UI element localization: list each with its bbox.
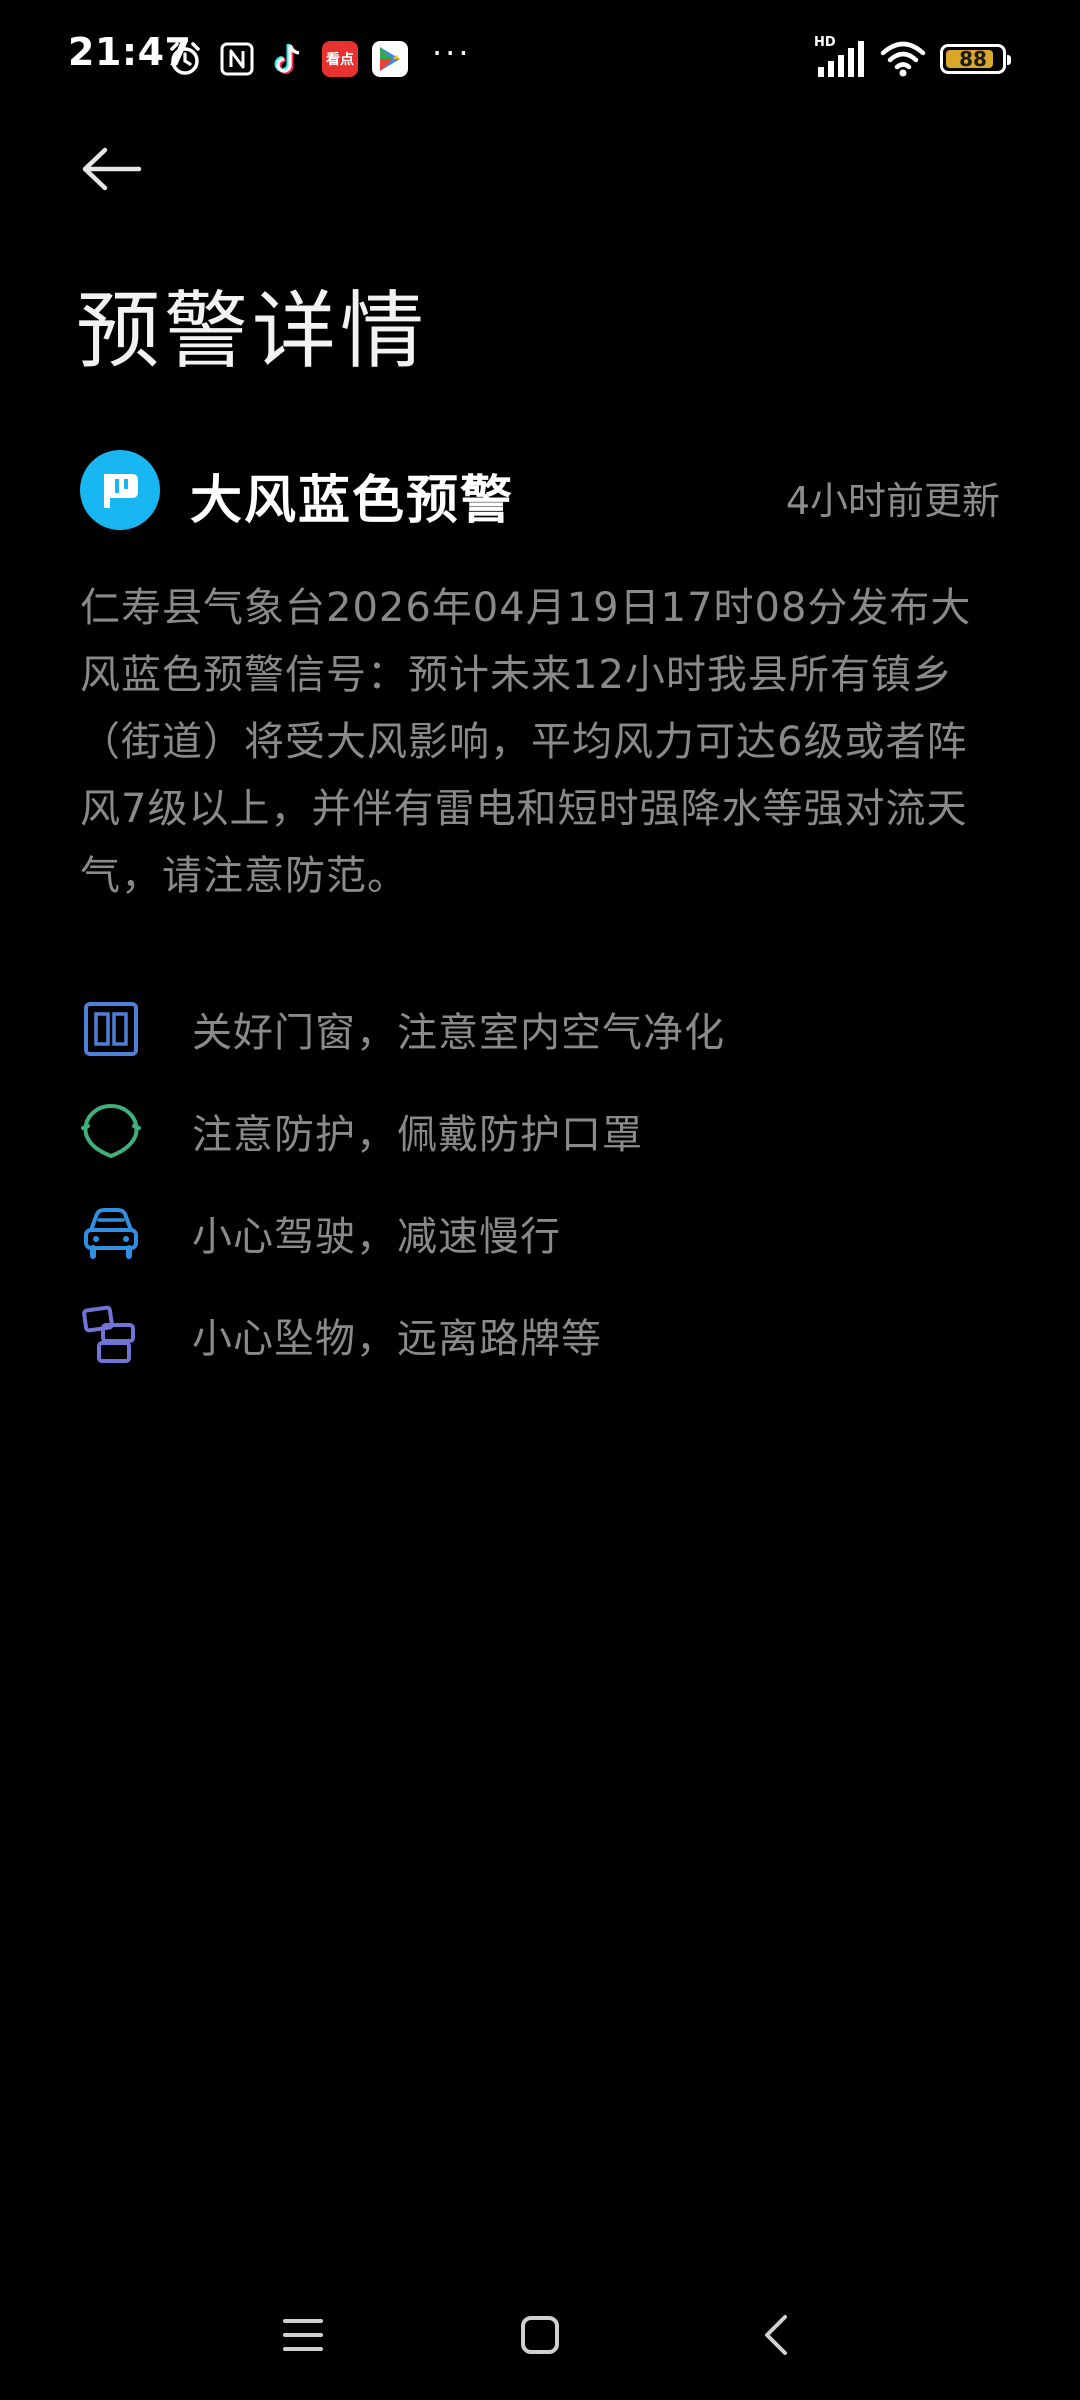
car-icon: [80, 1202, 142, 1264]
alarm-icon: [166, 40, 204, 78]
mask-icon: [80, 1100, 142, 1162]
status-bar: 21:47 看点 ··· HD 88: [0, 0, 1080, 118]
home-square-icon: [521, 2316, 559, 2354]
back-arrow-icon: [82, 147, 142, 191]
alert-description: 仁寿县气象台2026年04月19日17时08分发布大风蓝色预警信号：预计未来12…: [80, 585, 972, 899]
tip-item: 小心驾驶，减速慢行: [80, 1182, 1000, 1284]
alert-title: 大风蓝色预警: [190, 471, 515, 531]
notification-icons: 看点 ···: [166, 34, 472, 80]
tip-text: 关好门窗，注意室内空气净化: [192, 1010, 725, 1056]
tip-item: 小心坠物，远离路牌等: [80, 1284, 1000, 1386]
home-button[interactable]: [495, 2290, 585, 2380]
falling-objects-icon: [80, 1304, 142, 1366]
alert-updated-time: 4小时前更新: [785, 479, 1000, 523]
tip-item: 注意防护，佩戴防护口罩: [80, 1080, 1000, 1182]
chevron-left-icon: [765, 2315, 787, 2355]
battery-indicator: 88: [940, 44, 1011, 74]
tiktok-icon: [270, 40, 308, 78]
page-title: 预警详情: [76, 282, 429, 380]
tip-text: 小心驾驶，减速慢行: [192, 1214, 561, 1260]
nfc-icon: [218, 40, 256, 78]
tip-text: 小心坠物，远离路牌等: [192, 1316, 602, 1362]
menu-lines-icon: [283, 2319, 323, 2351]
weather-alert-detail-screen: 21:47 看点 ··· HD 88 预警详情 大风蓝色预警 4小时前更新 仁寿…: [0, 0, 1080, 2400]
wifi-icon: [880, 39, 926, 79]
tip-item: 关好门窗，注意室内空气净化: [80, 978, 1000, 1080]
recent-apps-button[interactable]: [258, 2290, 348, 2380]
back-button[interactable]: [74, 136, 150, 202]
tip-text: 注意防护，佩戴防护口罩: [192, 1112, 643, 1158]
window-icon: [80, 998, 142, 1060]
news-app-label: 看点: [326, 52, 354, 68]
alert-logo: [80, 450, 160, 530]
battery-percent: 88: [959, 47, 987, 71]
more-notifications-dots: ···: [432, 34, 472, 72]
warning-flag-icon: [104, 474, 138, 508]
system-status-icons: HD 88: [814, 35, 1011, 80]
signal-icon: HD: [814, 35, 866, 79]
play-store-icon: [372, 41, 408, 77]
protection-tips-list: 关好门窗，注意室内空气净化 注意防护，佩戴防护口罩 小心驾驶，减速慢行 小心坠物…: [80, 978, 1000, 1386]
news-app-icon: 看点: [322, 41, 358, 77]
alert-header: 大风蓝色预警 4小时前更新: [80, 450, 1000, 531]
system-navigation-bar: [0, 2290, 1080, 2380]
system-back-button[interactable]: [732, 2290, 822, 2380]
